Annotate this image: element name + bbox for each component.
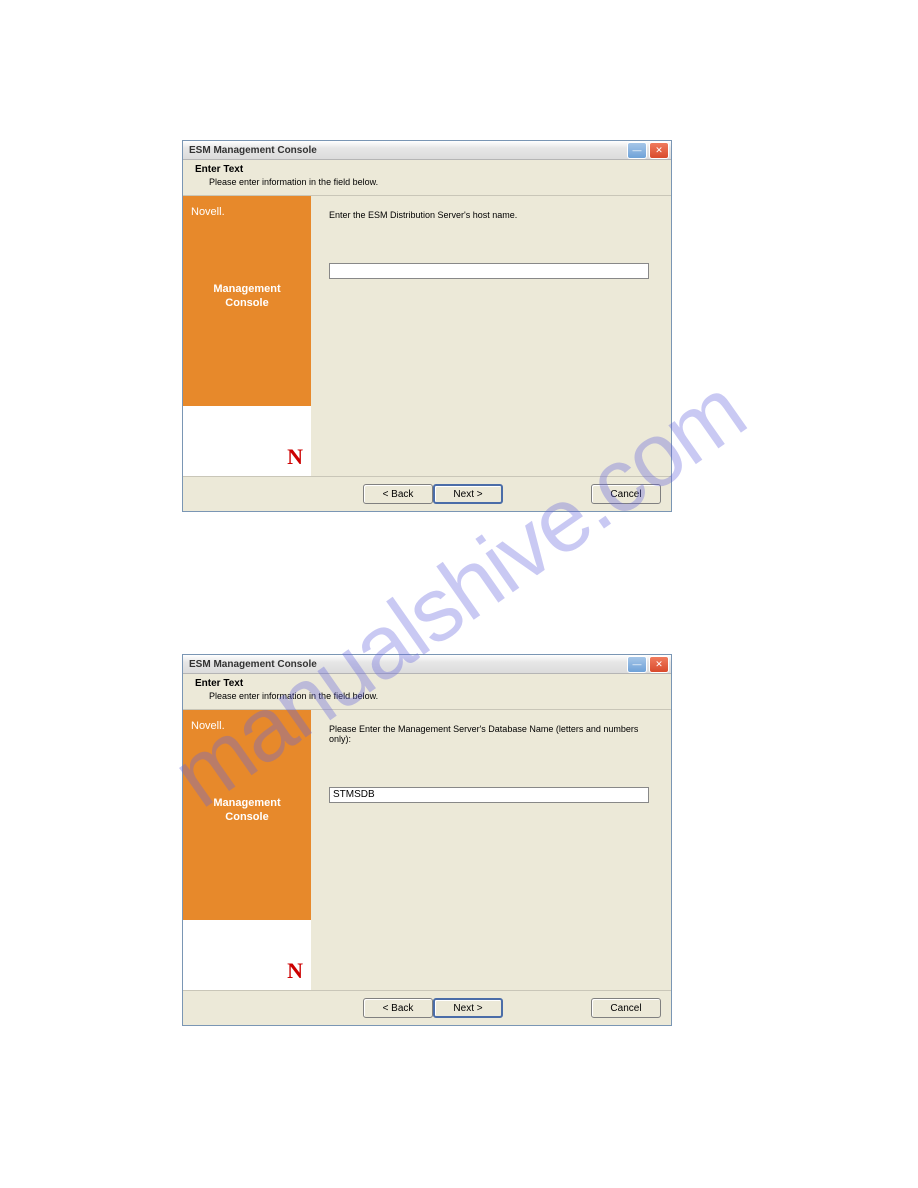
header-zone: Enter Text Please enter information in t…	[183, 674, 671, 710]
content-area: Please Enter the Management Server's Dat…	[311, 710, 671, 990]
novell-logo-icon: N	[287, 958, 303, 984]
sidebar: Novell. Management Console N	[183, 196, 311, 476]
sidebar-banner: Novell. Management Console	[183, 196, 311, 406]
minimize-icon[interactable]: —	[627, 142, 647, 159]
product-label: Management Console	[191, 282, 303, 310]
content-area: Enter the ESM Distribution Server's host…	[311, 196, 671, 476]
prompt-text: Please Enter the Management Server's Dat…	[329, 724, 653, 744]
next-button[interactable]: Next >	[433, 484, 503, 504]
prompt-text: Enter the ESM Distribution Server's host…	[329, 210, 653, 220]
novell-logo-icon: N	[287, 444, 303, 470]
sidebar-logo-area: N	[183, 920, 311, 990]
product-label: Management Console	[191, 796, 303, 824]
brand-label: Novell.	[191, 720, 303, 732]
database-name-input[interactable]	[329, 787, 649, 803]
back-button[interactable]: < Back	[363, 998, 433, 1018]
footer-buttons: < Back Next > Cancel	[183, 990, 671, 1025]
titlebar: ESM Management Console — ✕	[183, 655, 671, 674]
window-title: ESM Management Console	[189, 145, 317, 156]
brand-label: Novell.	[191, 206, 303, 218]
next-button[interactable]: Next >	[433, 998, 503, 1018]
body-zone: Novell. Management Console N Enter the E…	[183, 196, 671, 476]
footer-buttons: < Back Next > Cancel	[183, 476, 671, 511]
titlebar: ESM Management Console — ✕	[183, 141, 671, 160]
header-zone: Enter Text Please enter information in t…	[183, 160, 671, 196]
nav-button-group: < Back Next >	[363, 484, 503, 504]
close-icon[interactable]: ✕	[649, 656, 669, 673]
product-line1: Management	[213, 283, 280, 295]
sidebar-logo-area: N	[183, 406, 311, 476]
sidebar: Novell. Management Console N	[183, 710, 311, 990]
window-controls: — ✕	[627, 656, 669, 673]
minimize-icon[interactable]: —	[627, 656, 647, 673]
installer-dialog-2: ESM Management Console — ✕ Enter Text Pl…	[182, 654, 672, 1026]
window-controls: — ✕	[627, 142, 669, 159]
close-icon[interactable]: ✕	[649, 142, 669, 159]
page-subtitle: Please enter information in the field be…	[195, 691, 659, 701]
product-line1: Management	[213, 797, 280, 809]
page-title: Enter Text	[195, 678, 659, 689]
window-title: ESM Management Console	[189, 659, 317, 670]
cancel-button[interactable]: Cancel	[591, 484, 661, 504]
page-title: Enter Text	[195, 164, 659, 175]
page-subtitle: Please enter information in the field be…	[195, 177, 659, 187]
nav-button-group: < Back Next >	[363, 998, 503, 1018]
cancel-button[interactable]: Cancel	[591, 998, 661, 1018]
installer-dialog-1: ESM Management Console — ✕ Enter Text Pl…	[182, 140, 672, 512]
body-zone: Novell. Management Console N Please Ente…	[183, 710, 671, 990]
product-line2: Console	[225, 811, 268, 823]
sidebar-banner: Novell. Management Console	[183, 710, 311, 920]
product-line2: Console	[225, 297, 268, 309]
hostname-input[interactable]	[329, 263, 649, 279]
back-button[interactable]: < Back	[363, 484, 433, 504]
